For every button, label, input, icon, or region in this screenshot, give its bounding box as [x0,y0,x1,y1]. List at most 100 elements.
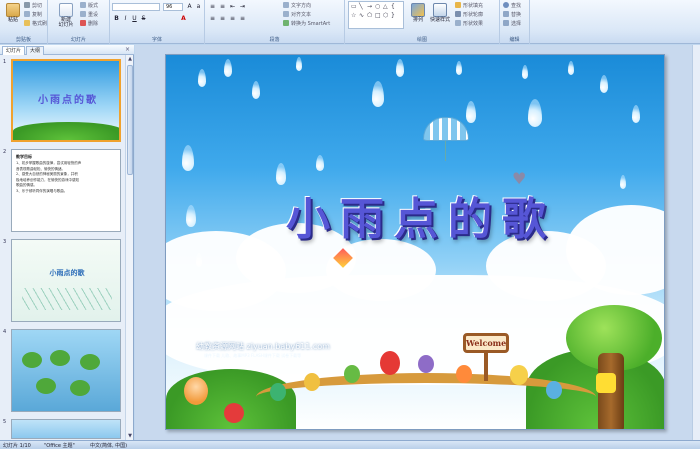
paste-icon [6,3,20,17]
thumb-rain [22,288,112,310]
slide-title[interactable]: 小雨点的歌 [261,183,581,247]
bullets-button[interactable]: ≡ [209,3,216,10]
align-left-button[interactable]: ≡ [209,15,216,22]
animal-character [304,373,320,391]
slides-label: 幻灯片 [70,37,86,43]
star-icon: ☆ [351,12,357,19]
fill-bucket-icon [455,2,461,8]
align-right-button[interactable]: ≡ [229,15,236,22]
slide-number: 5 [3,419,7,425]
justify-button[interactable]: ≡ [239,15,246,22]
frog-illustration [50,350,70,366]
slide-thumbnail-5[interactable] [11,419,121,439]
shape-fill-button[interactable]: 形状填充 [455,2,483,10]
decrease-indent-button[interactable]: ⇤ [229,3,236,10]
align-text-button[interactable]: 对齐文本 [283,11,311,19]
editing-group: 查找 替换 选择 编辑 [500,0,530,44]
bird-character [224,403,244,423]
delete-icon [80,20,86,26]
ribbon: 粘贴 剪切 复制 格式刷 剪贴板 新建 幻灯片 版式 重设 删除 幻灯片 96 … [0,0,700,44]
bold-button[interactable]: B [113,15,120,22]
panel-scrollbar[interactable]: ▲ ▼ [125,55,133,440]
duck-character [510,365,528,385]
new-slide-button[interactable]: 新建 幻灯片 [54,3,78,29]
copy-icon [24,11,30,17]
reset-button[interactable]: 重设 [80,11,98,19]
increase-indent-button[interactable]: ⇥ [239,3,246,10]
numbering-button[interactable]: ≡ [219,3,226,10]
curve-icon: ∿ [359,12,365,19]
grow-font-button[interactable]: A [186,3,193,10]
smartart-button[interactable]: 转换为 SmartArt [283,20,330,28]
quick-styles-icon [433,3,447,17]
drawing-group: ▭ ╲ → ○ △ { ☆ ∿ ⬠ □ ⬡ } 排列 快速样式 形状填充 形状轮… [345,0,500,44]
layout-button[interactable]: 版式 [80,2,98,10]
arrange-icon [411,3,425,17]
scissors-icon [24,2,30,8]
raindrop [466,101,476,123]
raindrop [456,61,462,75]
oval-icon: ○ [375,3,381,10]
align-center-button[interactable]: ≡ [219,15,226,22]
replace-button[interactable]: 替换 [503,11,521,19]
shrink-font-button[interactable]: a [195,3,202,10]
raindrop [620,175,626,189]
star-character [596,373,616,393]
cut-button[interactable]: 剪切 [24,2,42,10]
arrow-icon: → [367,3,373,10]
panel-tabs: 幻灯片 大纲 × [0,45,134,55]
slide-thumbnail-4[interactable] [11,329,121,412]
search-icon [503,2,509,8]
format-painter-button[interactable]: 格式刷 [24,20,47,28]
slide-thumbnail-1[interactable]: 小雨点的歌 [11,59,121,142]
scroll-thumb[interactable] [127,65,133,175]
watermark-text: 幼教资源网站 ziyuan.baby611.com [196,342,330,351]
quick-styles-button[interactable]: 快速样式 [429,3,451,29]
editor-scrollbar[interactable] [692,45,700,440]
scroll-down-icon[interactable]: ▼ [126,432,134,440]
strikethrough-button[interactable]: S [140,15,147,22]
font-label: 字体 [151,37,162,43]
language-indicator[interactable]: 中文(简体, 中国) [90,442,127,449]
shape-outline-button[interactable]: 形状轮廓 [455,11,483,19]
tab-outline[interactable]: 大纲 [26,46,45,55]
delete-button[interactable]: 删除 [80,20,98,28]
font-color-button[interactable]: A [180,15,187,22]
close-icon[interactable]: × [125,46,130,53]
text-direction-button[interactable]: 文字方向 [283,2,311,10]
drawing-label: 绘图 [416,37,427,43]
slide-thumbnail-3[interactable]: 小雨点的歌 [11,239,121,322]
cursor-icon [503,20,509,26]
current-slide[interactable]: ♥ 小雨点的歌 幼教资源网站 ziyuan.baby611.com 课件下载 儿… [165,54,665,430]
scroll-up-icon[interactable]: ▲ [126,55,134,63]
text-direction-icon [283,2,289,8]
thumb-heading: 教学目标 [16,154,32,159]
raindrop [522,65,528,79]
parachute-string [445,141,446,161]
italic-button[interactable]: I [122,15,129,22]
slide-counter: 幻灯片 1/10 [3,443,31,449]
brush-icon [24,20,30,26]
frog-illustration [70,380,90,396]
shape-effects-button[interactable]: 形状效果 [455,20,483,28]
arrange-button[interactable]: 排列 [409,3,427,29]
tab-slides[interactable]: 幻灯片 [2,46,26,55]
font-group: 96 A a B I U S A 字体 [110,0,205,44]
copy-button[interactable]: 复制 [24,11,42,19]
select-button[interactable]: 选择 [503,20,521,28]
bracket-icon: } [391,12,395,19]
raindrop [252,81,260,99]
slide-thumbnail-2[interactable]: 教学目标 1、初步掌握歌曲的旋律，尝试用轻快的声 音表现歌曲轻松、愉快的情绪。 … [11,149,121,232]
paste-button[interactable]: 粘贴 [3,3,23,29]
font-size-combo[interactable]: 96 [163,3,183,11]
clipboard-group: 粘贴 剪切 复制 格式刷 剪贴板 [0,0,48,44]
font-name-combo[interactable] [112,3,160,11]
raindrop [528,99,542,127]
underline-button[interactable]: U [131,15,138,22]
animal-character [344,365,360,383]
raindrop [396,59,404,77]
layout-icon [80,2,86,8]
shapes-gallery[interactable]: ▭ ╲ → ○ △ { ☆ ∿ ⬠ □ ⬡ } [348,1,404,29]
raindrop [372,81,384,107]
find-button[interactable]: 查找 [503,2,521,10]
